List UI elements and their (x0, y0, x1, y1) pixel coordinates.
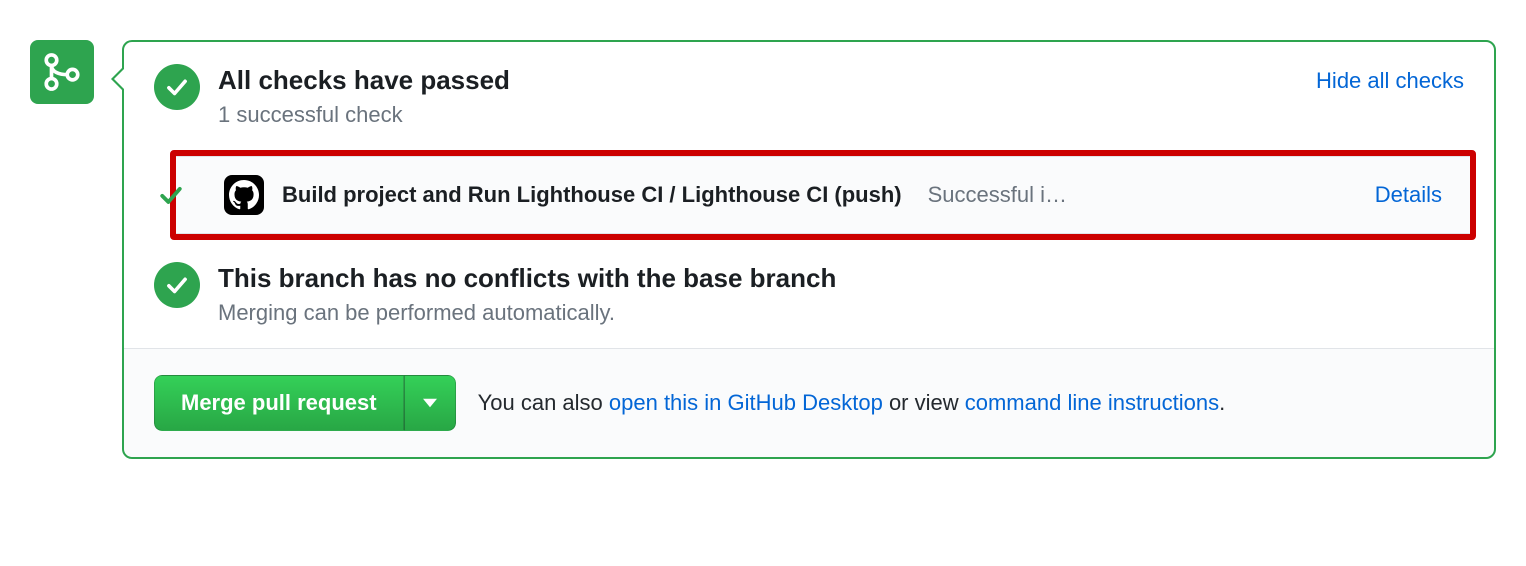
conflicts-section: This branch has no conflicts with the ba… (124, 240, 1494, 348)
merge-hint-prefix: You can also (478, 390, 609, 415)
checks-list: Build project and Run Lighthouse CI / Li… (124, 150, 1494, 240)
checks-subtitle: 1 successful check (218, 102, 1298, 128)
merge-hint-suffix: . (1219, 390, 1225, 415)
check-details-link[interactable]: Details (1375, 182, 1442, 208)
merge-panel: All checks have passed 1 successful chec… (122, 40, 1496, 459)
merge-timeline-badge (30, 40, 94, 104)
merge-action-section: Merge pull request You can also open thi… (124, 348, 1494, 457)
merge-pull-request-button[interactable]: Merge pull request (154, 375, 404, 431)
check-status-icon-wrap (136, 181, 206, 209)
checkmark-icon (164, 272, 190, 298)
success-badge (154, 64, 200, 110)
checks-summary-section: All checks have passed 1 successful chec… (124, 42, 1494, 150)
command-line-instructions-link[interactable]: command line instructions (965, 390, 1219, 415)
check-row[interactable]: Build project and Run Lighthouse CI / Li… (176, 156, 1470, 234)
success-badge (154, 262, 200, 308)
checks-summary-body: All checks have passed 1 successful chec… (218, 64, 1298, 128)
github-icon (229, 180, 259, 210)
check-name: Build project and Run Lighthouse CI / Li… (282, 182, 902, 208)
merge-hint-mid: or view (883, 390, 965, 415)
highlighted-check-row: Build project and Run Lighthouse CI / Li… (170, 150, 1476, 240)
caret-down-icon (423, 398, 437, 408)
merge-button-group: Merge pull request (154, 375, 456, 431)
checkmark-icon (164, 74, 190, 100)
toggle-checks-link[interactable]: Hide all checks (1316, 68, 1464, 94)
conflicts-body: This branch has no conflicts with the ba… (218, 262, 1464, 326)
conflicts-title: This branch has no conflicts with the ba… (218, 262, 1464, 296)
merge-hint-text: You can also open this in GitHub Desktop… (478, 390, 1226, 416)
check-status-text: Successful i… (928, 182, 1067, 208)
merge-panel-container: All checks have passed 1 successful chec… (30, 15, 1496, 459)
checks-title: All checks have passed (218, 64, 1298, 98)
checkmark-icon (157, 181, 185, 209)
open-in-desktop-link[interactable]: open this in GitHub Desktop (609, 390, 883, 415)
conflicts-subtitle: Merging can be performed automatically. (218, 300, 1464, 326)
github-actions-avatar (224, 175, 264, 215)
git-merge-icon (41, 51, 83, 93)
merge-options-dropdown-button[interactable] (404, 375, 456, 431)
